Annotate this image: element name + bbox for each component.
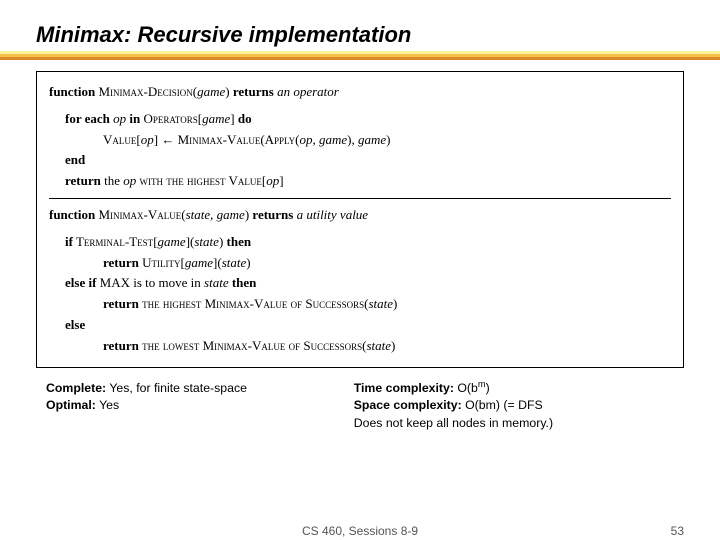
divider-line (49, 198, 671, 199)
algo-line-7: if Terminal-Test[game](state) then (49, 232, 671, 253)
paren-close5: ) (246, 255, 250, 270)
algo-line-1: function Minimax-Decision(game) returns … (49, 82, 671, 103)
kw-else: else (65, 317, 85, 332)
txt-max-move: MAX is to move in (96, 275, 204, 290)
param-game: game (197, 84, 225, 99)
kw-return: return (65, 173, 101, 188)
var-op4: op (266, 173, 279, 188)
var-game4: game (185, 255, 213, 270)
algo-line-6: function Minimax-Value(state, game) retu… (49, 205, 671, 226)
var-game2: game (358, 132, 386, 147)
algo-line-3: Value[op] ← Minimax-Value(Apply(op, game… (49, 130, 671, 151)
kw-if: if (65, 234, 73, 249)
space-line: Space complexity: O(bm) (= DFS (354, 397, 674, 415)
ret-utility: a utility value (293, 207, 368, 222)
args-opgame: op, game (299, 132, 347, 147)
optimal-label: Optimal: (46, 398, 96, 412)
brp2: ]( (213, 255, 222, 270)
txt-lowest-mv-succ: the lowest Minimax-Value of Successors( (139, 338, 367, 353)
var-state5: state (366, 338, 391, 353)
complete-line: Complete: Yes, for finite state-space (46, 380, 354, 398)
time-line: Time complexity: O(bm) (354, 380, 674, 398)
fn-value: Value (103, 132, 136, 147)
var-op2: op (141, 132, 154, 147)
time-label: Time complexity: (354, 381, 454, 395)
optimal-line: Optimal: Yes (46, 397, 354, 415)
kw-function2: function (49, 207, 95, 222)
kw-return3: return (103, 296, 139, 311)
space-label: Space complexity: (354, 398, 462, 412)
var-state: state (194, 234, 219, 249)
slide-title: Minimax: Recursive implementation (36, 22, 684, 48)
kw-return4: return (103, 338, 139, 353)
kw-return2: return (103, 255, 139, 270)
kw-do: do (238, 111, 252, 126)
kw-foreach: for each (65, 111, 110, 126)
kw-then2: then (232, 275, 257, 290)
var-state3: state (204, 275, 229, 290)
txt-highest-value: with the highest Value[ (136, 173, 266, 188)
kw-in: in (129, 111, 140, 126)
algo-line-12: return the lowest Minimax-Value of Succe… (49, 336, 671, 357)
footer-center-text: CS 460, Sessions 8-9 (302, 524, 418, 538)
fn-mv-apply: ] ← Minimax-Value(Apply( (154, 132, 300, 147)
var-state2: state (222, 255, 247, 270)
txt-the: the (101, 173, 123, 188)
fn-minimax-decision: Minimax-Decision (98, 84, 192, 99)
page-number: 53 (671, 524, 684, 538)
time-value-exponent: m (478, 378, 486, 388)
algo-line-11: else (49, 315, 671, 336)
paren-close: ) (225, 84, 233, 99)
fn-minimax-value: Minimax-Value (95, 207, 181, 222)
bracket-close: ] (230, 111, 238, 126)
txt-highest-mv-succ: the highest Minimax-Value of Successors( (139, 296, 369, 311)
kw-then: then (227, 234, 252, 249)
var-game: game (202, 111, 230, 126)
algo-line-10: return the highest Minimax-Value of Succ… (49, 294, 671, 315)
time-value-c: ) (486, 381, 490, 395)
params-state-game: state, game (186, 207, 245, 222)
var-op3: op (123, 173, 136, 188)
ret-operator: an operator (274, 84, 339, 99)
complexity-summary: Complete: Yes, for finite state-space Op… (36, 380, 684, 433)
paren-close7: ) (391, 338, 395, 353)
fn-utility: Utility (139, 255, 181, 270)
br-close: ] (279, 173, 283, 188)
space-value: O(bm) (= DFS (462, 398, 543, 412)
note-line: Does not keep all nodes in memory.) (354, 415, 674, 433)
paren-close2: ) (386, 132, 390, 147)
algorithm-box: function Minimax-Decision(game) returns … (36, 71, 684, 368)
fn-terminal-test: Terminal-Test (73, 234, 153, 249)
var-op: op (110, 111, 130, 126)
kw-returns2: returns (252, 207, 293, 222)
var-game3: game (158, 234, 186, 249)
kw-end: end (65, 152, 85, 167)
kw-returns: returns (233, 84, 274, 99)
algo-line-8: return Utility[game](state) (49, 253, 671, 274)
complete-label: Complete: (46, 381, 106, 395)
time-value-a: O(b (454, 381, 478, 395)
optimal-value: Yes (96, 398, 119, 412)
fn-operators: Operators (140, 111, 198, 126)
algo-line-4: end (49, 150, 671, 171)
kw-function: function (49, 84, 95, 99)
kw-elseif: else if (65, 275, 96, 290)
algo-line-9: else if MAX is to move in state then (49, 273, 671, 294)
comma: ), (347, 132, 358, 147)
paren-close4: ) (219, 234, 227, 249)
title-underline (0, 51, 720, 61)
algo-line-5: return the op with the highest Value[op] (49, 171, 671, 192)
paren-close6: ) (393, 296, 397, 311)
var-state4: state (368, 296, 393, 311)
algo-line-2: for each op in Operators[game] do (49, 109, 671, 130)
complete-value: Yes, for finite state-space (106, 381, 247, 395)
